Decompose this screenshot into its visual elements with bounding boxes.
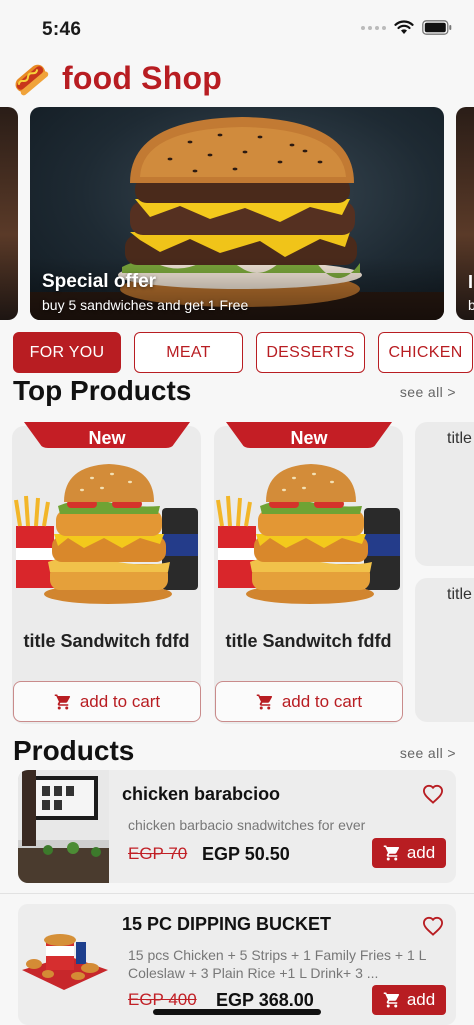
category-chip-desserts[interactable]: DESSERTS bbox=[256, 332, 365, 373]
add-button[interactable]: add bbox=[372, 838, 446, 868]
category-chips: FOR YOU MEAT DESSERTS CHICKEN bbox=[13, 332, 473, 373]
category-chip-meat[interactable]: MEAT bbox=[134, 332, 243, 373]
app-screen: 5:46 food Shop Special offer buy 5 sandw… bbox=[0, 0, 474, 1025]
banner-next-peek[interactable]: I b bbox=[456, 107, 474, 320]
top-products-carousel: New title Sandwitch fdfd add to cart New… bbox=[0, 420, 474, 725]
top-products-heading: Top Products bbox=[13, 375, 192, 406]
app-header: food Shop bbox=[10, 56, 222, 100]
top-product-card-peek[interactable]: title bbox=[415, 578, 474, 722]
product-name: 15 PC DIPPING BUCKET bbox=[122, 914, 332, 934]
add-to-cart-label: add to cart bbox=[79, 691, 161, 711]
cellular-signal-icon bbox=[361, 25, 386, 30]
products-heading: Products bbox=[13, 735, 135, 766]
heart-outline-icon[interactable] bbox=[422, 784, 444, 804]
peek-card-title: title bbox=[447, 586, 472, 603]
app-title: food Shop bbox=[62, 59, 222, 96]
category-chip-chicken[interactable]: CHICKEN bbox=[378, 332, 473, 373]
list-divider bbox=[0, 893, 474, 894]
banner-next-peek-title: I bbox=[468, 272, 474, 292]
top-products-see-all[interactable]: see all > bbox=[400, 384, 456, 400]
category-chip-for-you[interactable]: FOR YOU bbox=[13, 332, 121, 373]
cart-icon bbox=[383, 992, 399, 1008]
battery-icon bbox=[422, 20, 452, 35]
products-see-all[interactable]: see all > bbox=[400, 745, 456, 761]
product-list-item[interactable]: 15 PC DIPPING BUCKET 15 pcs Chicken + 5 … bbox=[18, 904, 456, 1025]
product-old-price: EGP 70 bbox=[128, 844, 188, 863]
new-badge-label: New bbox=[290, 428, 328, 448]
top-product-title: title Sandwitch fdfd bbox=[23, 631, 190, 651]
sandwich-combo-image bbox=[216, 464, 400, 604]
top-product-card[interactable]: New title Sandwitch fdfd add to cart bbox=[12, 422, 201, 724]
peek-card-title: title bbox=[447, 430, 472, 447]
status-bar: 5:46 bbox=[0, 0, 474, 56]
add-to-cart-button[interactable]: add to cart bbox=[215, 681, 403, 722]
status-icons bbox=[361, 20, 452, 35]
product-old-price: EGP 400 bbox=[128, 990, 197, 1009]
banner-carousel[interactable]: Special offer buy 5 sandwiches and get 1… bbox=[0, 107, 474, 320]
cart-icon bbox=[54, 694, 70, 709]
new-badge-label: New bbox=[88, 428, 126, 448]
add-to-cart-label: add to cart bbox=[281, 691, 363, 711]
product-list-item[interactable]: chicken barabcioo chicken barbacio snadw… bbox=[18, 770, 456, 883]
banner-previous-peek[interactable] bbox=[0, 107, 18, 320]
home-indicator[interactable] bbox=[153, 1009, 321, 1015]
heart-outline-icon[interactable] bbox=[422, 916, 444, 936]
add-button[interactable]: add bbox=[372, 985, 446, 1015]
top-product-card[interactable]: New title Sandwitch fdfd add to cart bbox=[214, 422, 403, 724]
add-button-label: add bbox=[406, 843, 436, 862]
add-to-cart-button[interactable]: add to cart bbox=[13, 681, 201, 722]
product-description: chicken barbacio snadwitches for ever bbox=[128, 817, 366, 833]
product-thumbnail bbox=[18, 770, 109, 883]
add-button-label: add bbox=[406, 990, 436, 1009]
banner-next-peek-subtitle: b bbox=[468, 297, 474, 313]
sandwich-combo-image bbox=[14, 464, 198, 604]
hotdog-logo-icon bbox=[15, 64, 49, 96]
status-time: 5:46 bbox=[42, 19, 82, 40]
product-description: 15 pcs Chicken + 5 Strips + 1 Family Fri… bbox=[128, 947, 426, 981]
product-thumbnail bbox=[18, 904, 109, 1017]
banner-special-offer[interactable]: Special offer buy 5 sandwiches and get 1… bbox=[30, 107, 444, 320]
banner-subtitle: buy 5 sandwiches and get 1 Free bbox=[42, 297, 249, 313]
product-new-price: EGP 368.00 bbox=[216, 990, 314, 1010]
product-name: chicken barabcioo bbox=[122, 784, 281, 804]
cart-icon bbox=[256, 694, 272, 709]
wifi-icon bbox=[394, 20, 414, 34]
product-new-price: EGP 50.50 bbox=[202, 844, 290, 864]
cart-icon bbox=[383, 845, 399, 861]
top-product-title: title Sandwitch fdfd bbox=[225, 631, 392, 651]
banner-title: Special offer bbox=[42, 271, 157, 292]
top-product-card-peek[interactable]: title bbox=[415, 422, 474, 566]
